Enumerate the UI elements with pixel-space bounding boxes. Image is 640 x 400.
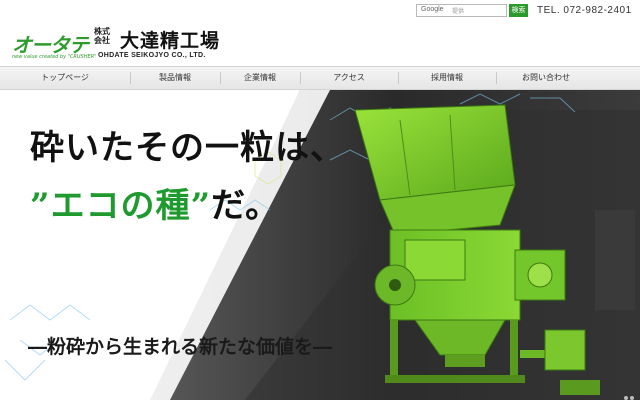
nav-top-page[interactable]: トップページ bbox=[0, 67, 130, 89]
search-button[interactable]: 検索 bbox=[509, 4, 528, 17]
phone-number[interactable]: TEL. 072-982-2401 bbox=[537, 5, 632, 16]
top-strip: Google 提供 検索 TEL. 072-982-2401 bbox=[0, 0, 640, 20]
site-search-input[interactable]: Google 提供 bbox=[416, 4, 507, 17]
company-name[interactable]: 大達精工場 bbox=[120, 26, 220, 53]
search-placeholder: 提供 bbox=[452, 9, 465, 15]
slider-pagination bbox=[622, 385, 634, 400]
slide-dot[interactable] bbox=[630, 396, 634, 400]
hero-subtitle: ―粉砕から生まれる新たな価値を― bbox=[28, 336, 333, 358]
nav-contact[interactable]: お問い合わせ bbox=[496, 67, 596, 89]
hero-banner: 砕いたその一粒は、 ”エコの種”だ。 ―粉砕から生まれる新たな価値を― bbox=[0, 90, 640, 400]
slide-dot[interactable] bbox=[624, 396, 628, 400]
brand-tagline: new value created by "CRUSHER" bbox=[12, 54, 97, 60]
quote-open: ” bbox=[30, 186, 51, 226]
nav-access[interactable]: アクセス bbox=[300, 67, 398, 89]
hero-headline-emphasis: エコの種 bbox=[50, 186, 191, 226]
company-type: 株式会社 bbox=[94, 27, 110, 45]
nav-company[interactable]: 企業情報 bbox=[220, 67, 300, 89]
quote-close: ” bbox=[190, 186, 212, 226]
hero-headline-1: 砕いたその一粒は、 bbox=[30, 128, 345, 168]
nav-products[interactable]: 製品情報 bbox=[130, 67, 220, 89]
site-header: オータテ new value created by "CRUSHER" 株式会社… bbox=[0, 20, 640, 64]
nav-recruit[interactable]: 採用情報 bbox=[398, 67, 496, 89]
global-nav: トップページ 製品情報 企業情報 アクセス 採用情報 お問い合わせ bbox=[0, 66, 640, 90]
hero-headline-2: ”エコの種”だ。 bbox=[30, 178, 280, 227]
hero-headline-tail: だ。 bbox=[211, 186, 281, 226]
google-label: Google bbox=[421, 6, 444, 13]
company-name-en: OHDATE SEIKOJYO CO., LTD. bbox=[98, 52, 206, 59]
